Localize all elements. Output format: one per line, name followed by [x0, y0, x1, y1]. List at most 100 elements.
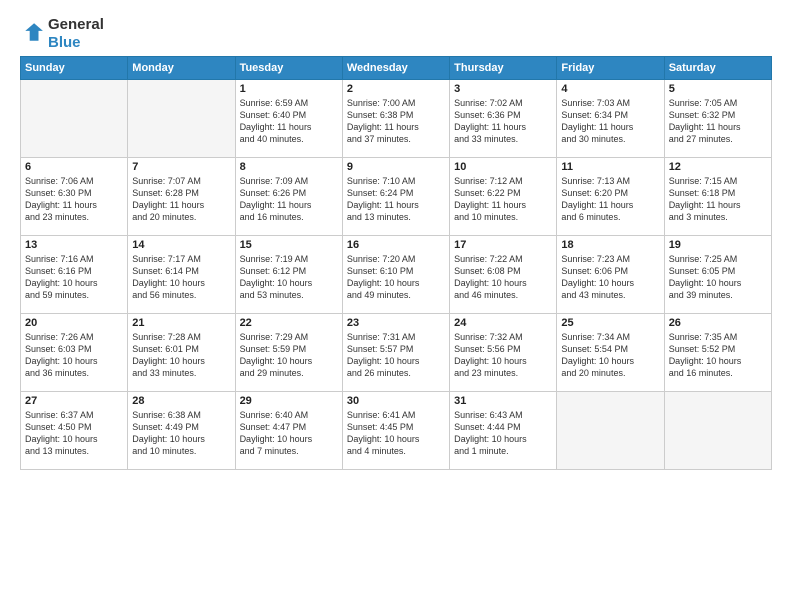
col-header-thursday: Thursday [450, 57, 557, 80]
calendar-cell: 9Sunrise: 7:10 AM Sunset: 6:24 PM Daylig… [342, 158, 449, 236]
calendar-cell: 17 Sunrise: 7:22 AM Sunset: 6:08 PM Dayli… [450, 236, 557, 314]
day-number: 5 [669, 83, 767, 95]
logo: General Blue [20, 16, 104, 52]
cell-info: Sunrise: 7:34 AM Sunset: 5:54 PM Dayligh… [561, 331, 659, 380]
day-number: 10 [454, 161, 552, 173]
cell-info: Sunrise: 6:38 AM Sunset: 4:49 PM Dayligh… [132, 409, 230, 458]
cell-info: Sunrise: 7:25 AM Sunset: 6:05 PM Dayligh… [669, 253, 767, 302]
day-number: 15 [240, 239, 338, 251]
calendar-cell: 15 Sunrise: 7:19 AM Sunset: 6:12 PM Dayli… [235, 236, 342, 314]
cell-info: Sunrise: 7:22 AM Sunset: 6:08 PM Dayligh… [454, 253, 552, 302]
day-number: 23 [347, 317, 445, 329]
calendar-cell: 6 Sunrise: 7:06 AM Sunset: 6:30 PM Daylig… [21, 158, 128, 236]
calendar-cell [557, 392, 664, 470]
cell-info: Sunrise: 7:03 AM Sunset: 6:34 PM Dayligh… [561, 97, 659, 146]
cell-info: Sunrise: 7:20 AM Sunset: 6:10 PM Dayligh… [347, 253, 445, 302]
cell-info: Sunrise: 7:31 AM Sunset: 5:57 PM Dayligh… [347, 331, 445, 380]
day-number: 12 [669, 161, 767, 173]
day-number: 27 [25, 395, 123, 407]
calendar-cell [21, 80, 128, 158]
cell-info: Sunrise: 7:26 AM Sunset: 6:03 PM Dayligh… [25, 331, 123, 380]
day-number: 2 [347, 83, 445, 95]
calendar-cell: 8 Sunrise: 7:09 AM Sunset: 6:26 PM Daylig… [235, 158, 342, 236]
cell-info: Sunrise: 7:32 AM Sunset: 5:56 PM Dayligh… [454, 331, 552, 380]
day-number: 8 [240, 161, 338, 173]
day-number: 31 [454, 395, 552, 407]
day-number: 11 [561, 161, 659, 173]
day-number: 29 [240, 395, 338, 407]
day-number: 19 [669, 239, 767, 251]
day-number: 25 [561, 317, 659, 329]
header: General Blue [20, 16, 772, 52]
calendar-cell: 26 Sunrise: 7:35 AM Sunset: 5:52 PM Dayli… [664, 314, 771, 392]
calendar-cell: 18 Sunrise: 7:23 AM Sunset: 6:06 PM Dayli… [557, 236, 664, 314]
day-number: 21 [132, 317, 230, 329]
day-number: 26 [669, 317, 767, 329]
cell-info: Sunrise: 7:15 AM Sunset: 6:18 PM Dayligh… [669, 175, 767, 224]
day-number: 22 [240, 317, 338, 329]
week-row-1: 1Sunrise: 6:59 AM Sunset: 6:40 PM Daylig… [21, 80, 772, 158]
day-number: 18 [561, 239, 659, 251]
week-row-2: 6 Sunrise: 7:06 AM Sunset: 6:30 PM Daylig… [21, 158, 772, 236]
cell-info: Sunrise: 7:05 AM Sunset: 6:32 PM Dayligh… [669, 97, 767, 146]
calendar-cell: 31 Sunrise: 6:43 AM Sunset: 4:44 PM Dayli… [450, 392, 557, 470]
calendar-cell: 11Sunrise: 7:13 AM Sunset: 6:20 PM Dayli… [557, 158, 664, 236]
calendar-cell: 20 Sunrise: 7:26 AM Sunset: 6:03 PM Dayli… [21, 314, 128, 392]
cell-info: Sunrise: 7:29 AM Sunset: 5:59 PM Dayligh… [240, 331, 338, 380]
calendar-cell: 16 Sunrise: 7:20 AM Sunset: 6:10 PM Dayli… [342, 236, 449, 314]
week-row-5: 27 Sunrise: 6:37 AM Sunset: 4:50 PM Dayli… [21, 392, 772, 470]
cell-info: Sunrise: 7:02 AM Sunset: 6:36 PM Dayligh… [454, 97, 552, 146]
day-number: 9 [347, 161, 445, 173]
day-number: 28 [132, 395, 230, 407]
calendar-cell: 23 Sunrise: 7:31 AM Sunset: 5:57 PM Dayli… [342, 314, 449, 392]
cell-info: Sunrise: 7:35 AM Sunset: 5:52 PM Dayligh… [669, 331, 767, 380]
day-number: 30 [347, 395, 445, 407]
col-header-monday: Monday [128, 57, 235, 80]
calendar-table: SundayMondayTuesdayWednesdayThursdayFrid… [20, 56, 772, 470]
day-number: 1 [240, 83, 338, 95]
header-row: SundayMondayTuesdayWednesdayThursdayFrid… [21, 57, 772, 80]
cell-info: Sunrise: 7:06 AM Sunset: 6:30 PM Dayligh… [25, 175, 123, 224]
calendar-cell: 24 Sunrise: 7:32 AM Sunset: 5:56 PM Dayli… [450, 314, 557, 392]
day-number: 20 [25, 317, 123, 329]
day-number: 13 [25, 239, 123, 251]
calendar-cell: 13 Sunrise: 7:16 AM Sunset: 6:16 PM Dayli… [21, 236, 128, 314]
calendar-cell: 12 Sunrise: 7:15 AM Sunset: 6:18 PM Dayli… [664, 158, 771, 236]
calendar-cell: 28 Sunrise: 6:38 AM Sunset: 4:49 PM Dayli… [128, 392, 235, 470]
day-number: 24 [454, 317, 552, 329]
cell-info: Sunrise: 7:16 AM Sunset: 6:16 PM Dayligh… [25, 253, 123, 302]
calendar-cell: 7Sunrise: 7:07 AM Sunset: 6:28 PM Daylig… [128, 158, 235, 236]
col-header-friday: Friday [557, 57, 664, 80]
cell-info: Sunrise: 7:28 AM Sunset: 6:01 PM Dayligh… [132, 331, 230, 380]
calendar-cell: 4 Sunrise: 7:03 AM Sunset: 6:34 PM Daylig… [557, 80, 664, 158]
week-row-3: 13 Sunrise: 7:16 AM Sunset: 6:16 PM Dayli… [21, 236, 772, 314]
col-header-wednesday: Wednesday [342, 57, 449, 80]
week-row-4: 20 Sunrise: 7:26 AM Sunset: 6:03 PM Dayli… [21, 314, 772, 392]
col-header-saturday: Saturday [664, 57, 771, 80]
cell-info: Sunrise: 7:23 AM Sunset: 6:06 PM Dayligh… [561, 253, 659, 302]
calendar-cell: 27 Sunrise: 6:37 AM Sunset: 4:50 PM Dayli… [21, 392, 128, 470]
cell-info: Sunrise: 6:37 AM Sunset: 4:50 PM Dayligh… [25, 409, 123, 458]
cell-info: Sunrise: 7:19 AM Sunset: 6:12 PM Dayligh… [240, 253, 338, 302]
calendar-cell: 3 Sunrise: 7:02 AM Sunset: 6:36 PM Daylig… [450, 80, 557, 158]
day-number: 14 [132, 239, 230, 251]
calendar-cell: 1Sunrise: 6:59 AM Sunset: 6:40 PM Daylig… [235, 80, 342, 158]
day-number: 6 [25, 161, 123, 173]
day-number: 3 [454, 83, 552, 95]
cell-info: Sunrise: 6:43 AM Sunset: 4:44 PM Dayligh… [454, 409, 552, 458]
day-number: 16 [347, 239, 445, 251]
logo-line2: Blue [48, 34, 104, 52]
col-header-tuesday: Tuesday [235, 57, 342, 80]
calendar-cell: 21 Sunrise: 7:28 AM Sunset: 6:01 PM Dayli… [128, 314, 235, 392]
calendar-cell [664, 392, 771, 470]
calendar-cell: 14Sunrise: 7:17 AM Sunset: 6:14 PM Dayli… [128, 236, 235, 314]
cell-info: Sunrise: 7:09 AM Sunset: 6:26 PM Dayligh… [240, 175, 338, 224]
cell-info: Sunrise: 6:40 AM Sunset: 4:47 PM Dayligh… [240, 409, 338, 458]
calendar-cell: 10Sunrise: 7:12 AM Sunset: 6:22 PM Dayli… [450, 158, 557, 236]
day-number: 4 [561, 83, 659, 95]
calendar-cell: 5 Sunrise: 7:05 AM Sunset: 6:32 PM Daylig… [664, 80, 771, 158]
calendar-cell: 2 Sunrise: 7:00 AM Sunset: 6:38 PM Daylig… [342, 80, 449, 158]
cell-info: Sunrise: 7:00 AM Sunset: 6:38 PM Dayligh… [347, 97, 445, 146]
logo-icon [22, 21, 44, 43]
day-number: 17 [454, 239, 552, 251]
